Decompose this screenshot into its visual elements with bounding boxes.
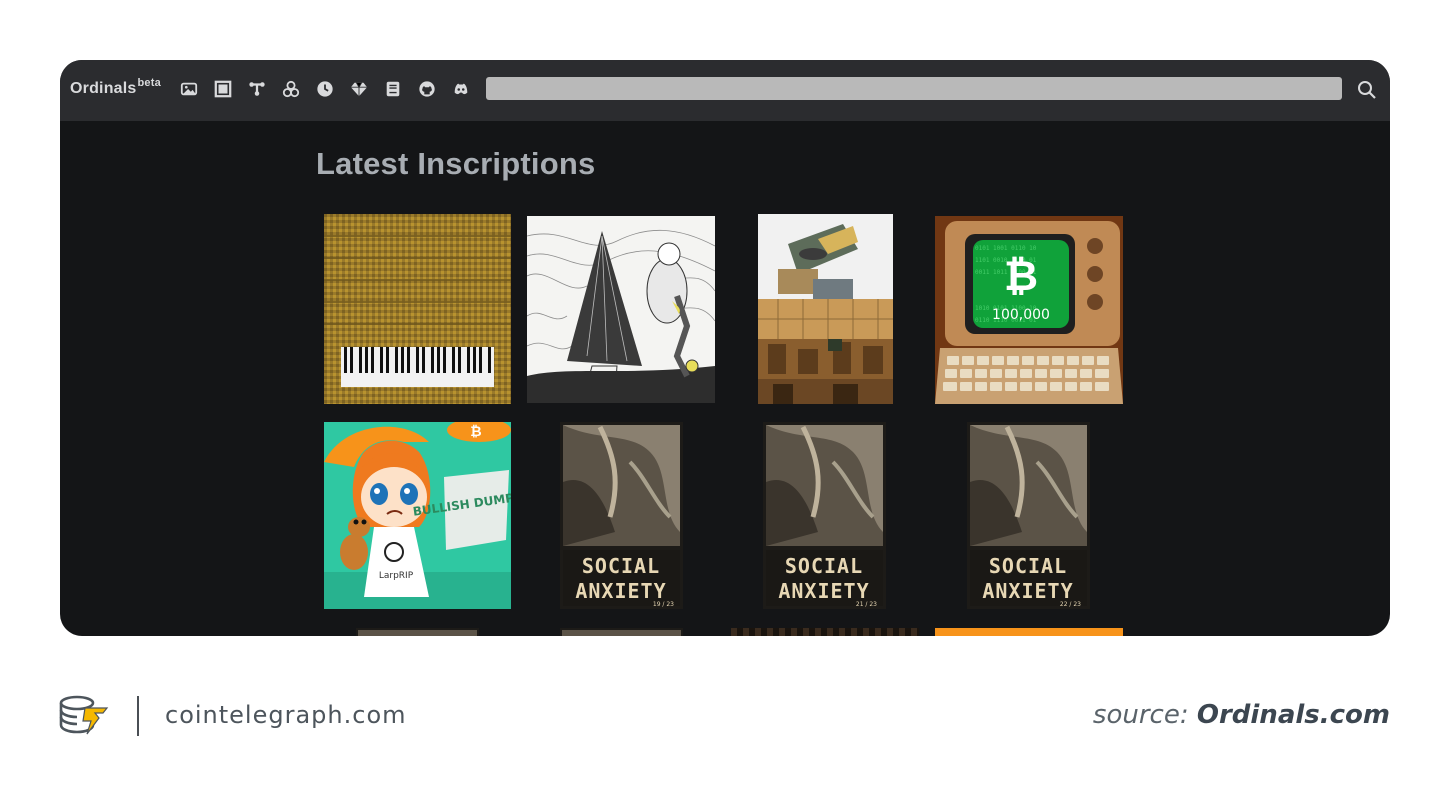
tile-edition: 21 / 23 bbox=[856, 601, 877, 608]
footer-site[interactable]: cointelegraph.com bbox=[165, 701, 407, 729]
book-icon[interactable] bbox=[383, 79, 403, 99]
collage-inscription[interactable] bbox=[758, 214, 893, 404]
tile-edition: 19 / 23 bbox=[653, 601, 674, 608]
tile-line2: ANXIETY bbox=[778, 579, 869, 603]
source-name: Ordinals.com bbox=[1196, 700, 1390, 730]
tile-line1: SOCIAL bbox=[582, 554, 660, 578]
search-input[interactable] bbox=[486, 77, 1342, 100]
social-anxiety-22[interactable]: SOCIAL ANXIETY 22 / 23 bbox=[967, 422, 1090, 609]
gem-icon[interactable] bbox=[349, 79, 369, 99]
brand-name: Ordinals bbox=[70, 80, 137, 97]
browser-window: Ordinalsbeta Latest Inscriptions 0101 10… bbox=[60, 60, 1390, 636]
search-icon[interactable] bbox=[1356, 79, 1378, 101]
social-anxiety-19[interactable]: SOCIAL ANXIETY 19 / 23 bbox=[560, 422, 683, 609]
footer-source: source: Ordinals.com bbox=[1093, 700, 1390, 730]
bullish-dumping-inscription[interactable]: ₿ LarpRIP BULLISH DUMPING bbox=[324, 422, 511, 609]
brand-beta: beta bbox=[137, 77, 161, 89]
sketch-inscription[interactable] bbox=[527, 216, 715, 403]
inscription-thumbnail-partial[interactable] bbox=[935, 628, 1123, 636]
images-icon[interactable] bbox=[179, 79, 199, 99]
navbar: Ordinalsbeta bbox=[60, 60, 1390, 121]
footer-divider bbox=[137, 696, 139, 736]
page-title: Latest Inscriptions bbox=[316, 146, 596, 181]
brand-link[interactable]: Ordinalsbeta bbox=[70, 77, 161, 98]
block-icon[interactable] bbox=[213, 79, 233, 99]
discord-icon[interactable] bbox=[451, 79, 471, 99]
clock-icon[interactable] bbox=[315, 79, 335, 99]
inscription-thumbnail-partial[interactable] bbox=[560, 628, 683, 636]
svg-text:₿: ₿ bbox=[1004, 251, 1038, 300]
source-prefix: source: bbox=[1092, 700, 1189, 730]
shirt-text: LarpRIP bbox=[379, 571, 414, 581]
inscription-thumbnail-partial[interactable] bbox=[356, 628, 479, 636]
tile-line1: SOCIAL bbox=[989, 554, 1067, 578]
transaction-icon[interactable] bbox=[247, 79, 267, 99]
social-anxiety-21[interactable]: SOCIAL ANXIETY 21 / 23 bbox=[763, 422, 886, 609]
cointelegraph-logo-icon bbox=[59, 694, 111, 736]
piano-inscription[interactable] bbox=[324, 214, 511, 404]
tile-line2: ANXIETY bbox=[575, 579, 666, 603]
bitcoin-computer-inscription[interactable]: 0101 1001 0110 10 1101 0010 1110 01 0011 1… bbox=[935, 216, 1123, 404]
github-icon[interactable] bbox=[417, 79, 437, 99]
svg-text:₿: ₿ bbox=[470, 424, 481, 440]
sat-icon[interactable] bbox=[281, 79, 301, 99]
inscription-thumbnail-partial[interactable] bbox=[731, 628, 919, 636]
computer-screen-text: 100,000 bbox=[992, 307, 1050, 323]
tile-edition: 22 / 23 bbox=[1060, 601, 1081, 608]
tile-line1: SOCIAL bbox=[785, 554, 863, 578]
tile-line2: ANXIETY bbox=[982, 579, 1073, 603]
